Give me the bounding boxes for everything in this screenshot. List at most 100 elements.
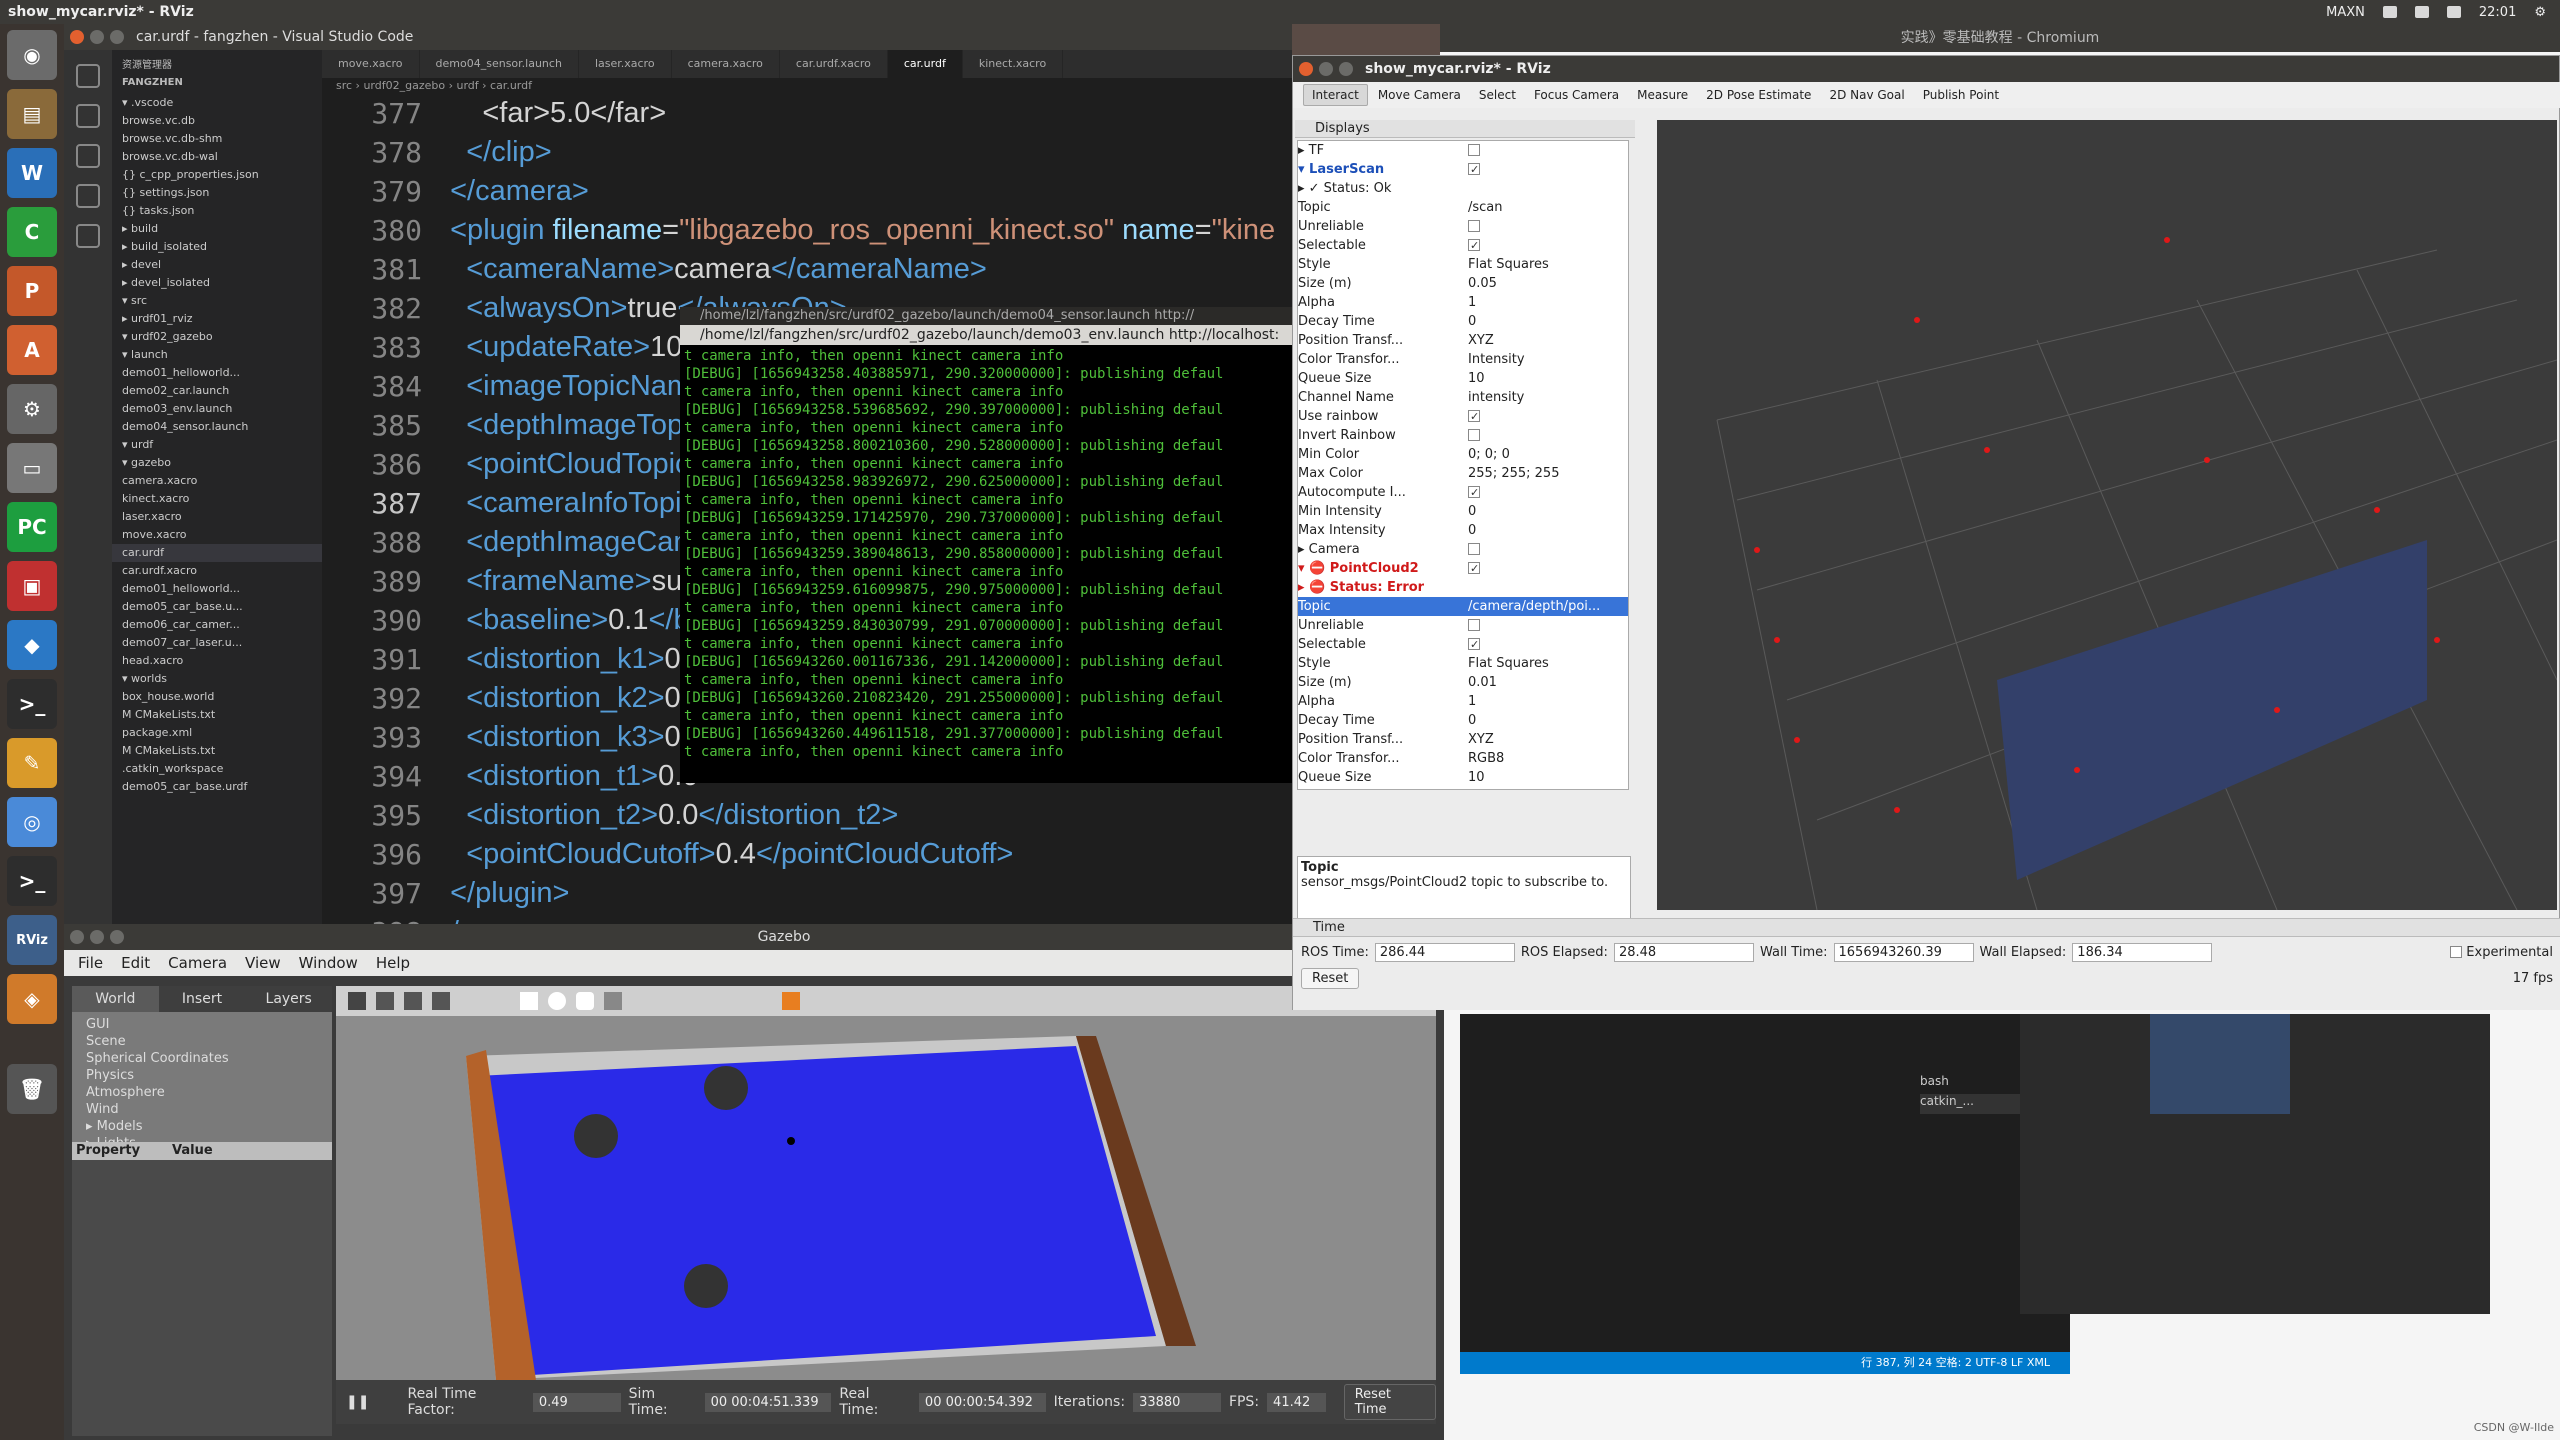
- property-value[interactable]: [1468, 179, 1618, 198]
- file-tree-item[interactable]: {} settings.json: [112, 184, 322, 202]
- power-icon[interactable]: ⚙: [2534, 3, 2546, 22]
- property-value[interactable]: 0: [1468, 502, 1618, 521]
- file-tree-item[interactable]: demo05_car_base.urdf: [112, 778, 322, 796]
- nvidia-status[interactable]: MAXN: [2326, 3, 2365, 22]
- property-value[interactable]: intensity: [1468, 388, 1618, 407]
- file-tree-item[interactable]: {} c_cpp_properties.json: [112, 166, 322, 184]
- rviz-3d-view[interactable]: [1657, 120, 2557, 910]
- tool-2d-pose-estimate[interactable]: 2D Pose Estimate: [1698, 85, 1819, 105]
- world-tree-item[interactable]: ▸ Lights: [86, 1135, 318, 1142]
- display-property-row[interactable]: Unreliable: [1298, 217, 1628, 236]
- select-tool-icon[interactable]: [348, 992, 366, 1010]
- files-icon[interactable]: ▤: [7, 89, 57, 139]
- editor-tab[interactable]: car.urdf.xacro: [779, 50, 888, 78]
- drive-icon[interactable]: ▭: [7, 443, 57, 493]
- display-property-row[interactable]: Queue Size 10: [1298, 369, 1628, 388]
- file-tree-item[interactable]: demo02_car.launch: [112, 382, 322, 400]
- display-property-row[interactable]: Color Transfor... RGB8: [1298, 749, 1628, 768]
- display-property-row[interactable]: Style Flat Squares: [1298, 654, 1628, 673]
- debug-icon[interactable]: [76, 184, 100, 208]
- world-tree-item[interactable]: Scene: [86, 1033, 318, 1050]
- reset-button[interactable]: Reset: [1301, 968, 1360, 989]
- displays-tree[interactable]: ▸ TF ▾ LaserScan ▸ ✓ Status: Ok Topic/sca…: [1297, 140, 1629, 790]
- pause-button[interactable]: ❚❚: [346, 1394, 369, 1410]
- file-tree-item[interactable]: browse.vc.db-shm: [112, 130, 322, 148]
- code-line[interactable]: </clip>: [434, 133, 1294, 172]
- code-line[interactable]: </camera>: [434, 172, 1294, 211]
- file-tree-item[interactable]: kinect.xacro: [112, 490, 322, 508]
- display-property-row[interactable]: Unreliable: [1298, 616, 1628, 635]
- file-tree-item[interactable]: ▾ src: [112, 292, 322, 310]
- file-tree-item[interactable]: car.urdf: [112, 544, 322, 562]
- property-value[interactable]: [1468, 141, 1618, 160]
- file-tree-item[interactable]: demo04_sensor.launch: [112, 418, 322, 436]
- code-line[interactable]: <far>5.0</far>: [434, 94, 1294, 133]
- file-tree-item[interactable]: ▾ .vscode: [112, 94, 322, 112]
- tool-2d-nav-goal[interactable]: 2D Nav Goal: [1821, 85, 1912, 105]
- display-property-row[interactable]: Selectable: [1298, 236, 1628, 255]
- property-checkbox[interactable]: [1468, 407, 1480, 426]
- code-line[interactable]: <plugin filename="libgazebo_ros_openni_k…: [434, 211, 1294, 250]
- code-line[interactable]: <pointCloudCutoff>0.4</pointCloudCutoff>: [434, 835, 1294, 874]
- tab-world[interactable]: World: [72, 986, 159, 1012]
- display-property-row[interactable]: ▾ LaserScan: [1298, 160, 1628, 179]
- world-tree-item[interactable]: GUI: [86, 1016, 318, 1033]
- display-property-row[interactable]: Invert Rainbow: [1298, 426, 1628, 445]
- calc-icon[interactable]: C: [7, 207, 57, 257]
- wifi-icon[interactable]: [2382, 6, 2397, 18]
- file-tree-item[interactable]: ▾ launch: [112, 346, 322, 364]
- menu-file[interactable]: File: [78, 954, 103, 972]
- file-tree-item[interactable]: M CMakeLists.txt: [112, 742, 322, 760]
- trash-icon[interactable]: 🗑: [7, 1064, 57, 1114]
- display-property-row[interactable]: Color Transfor... Intensity: [1298, 350, 1628, 369]
- property-value[interactable]: XYZ: [1468, 730, 1618, 749]
- menu-edit[interactable]: Edit: [121, 954, 150, 972]
- display-property-row[interactable]: Position Transf... XYZ: [1298, 331, 1628, 350]
- property-value[interactable]: Flat Squares: [1468, 255, 1618, 274]
- editor-icon[interactable]: ✎: [7, 738, 57, 788]
- box-shape-icon[interactable]: [520, 992, 538, 1010]
- file-tree-item[interactable]: laser.xacro: [112, 508, 322, 526]
- maximize-button[interactable]: [110, 30, 124, 44]
- property-value[interactable]: 0.05: [1468, 274, 1618, 293]
- minimize-button[interactable]: [90, 30, 104, 44]
- file-tree-item[interactable]: package.xml: [112, 724, 322, 742]
- file-tree-item[interactable]: browse.vc.db-wal: [112, 148, 322, 166]
- tab-layers[interactable]: Layers: [245, 986, 333, 1012]
- rviz-icon[interactable]: RViz: [7, 915, 57, 965]
- property-value[interactable]: 10: [1468, 369, 1618, 388]
- property-value[interactable]: 0: [1468, 312, 1618, 331]
- property-checkbox[interactable]: [1468, 219, 1480, 232]
- menu-window[interactable]: Window: [299, 954, 358, 972]
- writer-icon[interactable]: W: [7, 148, 57, 198]
- menu-view[interactable]: View: [245, 954, 281, 972]
- mail-icon[interactable]: [2414, 6, 2429, 18]
- file-tree-item[interactable]: ▸ devel_isolated: [112, 274, 322, 292]
- display-property-row[interactable]: Use rainbow: [1298, 407, 1628, 426]
- property-value[interactable]: Intensity: [1468, 350, 1618, 369]
- close-button[interactable]: [1299, 62, 1313, 76]
- close-button[interactable]: [70, 930, 84, 944]
- breadcrumb[interactable]: src › urdf02_gazebo › urdf › car.urdf: [322, 78, 1292, 94]
- file-tree-item[interactable]: ▸ build_isolated: [112, 238, 322, 256]
- property-value[interactable]: 0.01: [1468, 673, 1618, 692]
- display-property-row[interactable]: Max Intensity 0: [1298, 521, 1628, 540]
- property-value[interactable]: 0: [1468, 521, 1618, 540]
- source-control-icon[interactable]: [76, 144, 100, 168]
- tab-insert[interactable]: Insert: [158, 986, 246, 1012]
- editor-tab[interactable]: move.xacro: [322, 50, 420, 78]
- maximize-button[interactable]: [110, 930, 124, 944]
- extensions-icon[interactable]: [76, 224, 100, 248]
- file-tree-item[interactable]: M CMakeLists.txt: [112, 706, 322, 724]
- property-value[interactable]: [1468, 426, 1618, 445]
- display-property-row[interactable]: Queue Size 10: [1298, 768, 1628, 787]
- gazebo-icon[interactable]: ◈: [7, 974, 57, 1024]
- file-tree-item[interactable]: demo01_helloworld...: [112, 364, 322, 382]
- property-value[interactable]: RGB8: [1468, 749, 1618, 768]
- terminal-window[interactable]: /home/lzl/fangzhen/src/urdf02_gazebo/lau…: [680, 307, 1292, 783]
- tool-move-camera[interactable]: Move Camera: [1370, 85, 1469, 105]
- property-value[interactable]: 255; 255; 255: [1468, 464, 1618, 483]
- translate-tool-icon[interactable]: [376, 992, 394, 1010]
- tool-publish-point[interactable]: Publish Point: [1915, 85, 2007, 105]
- world-tree-item[interactable]: Physics: [86, 1067, 318, 1084]
